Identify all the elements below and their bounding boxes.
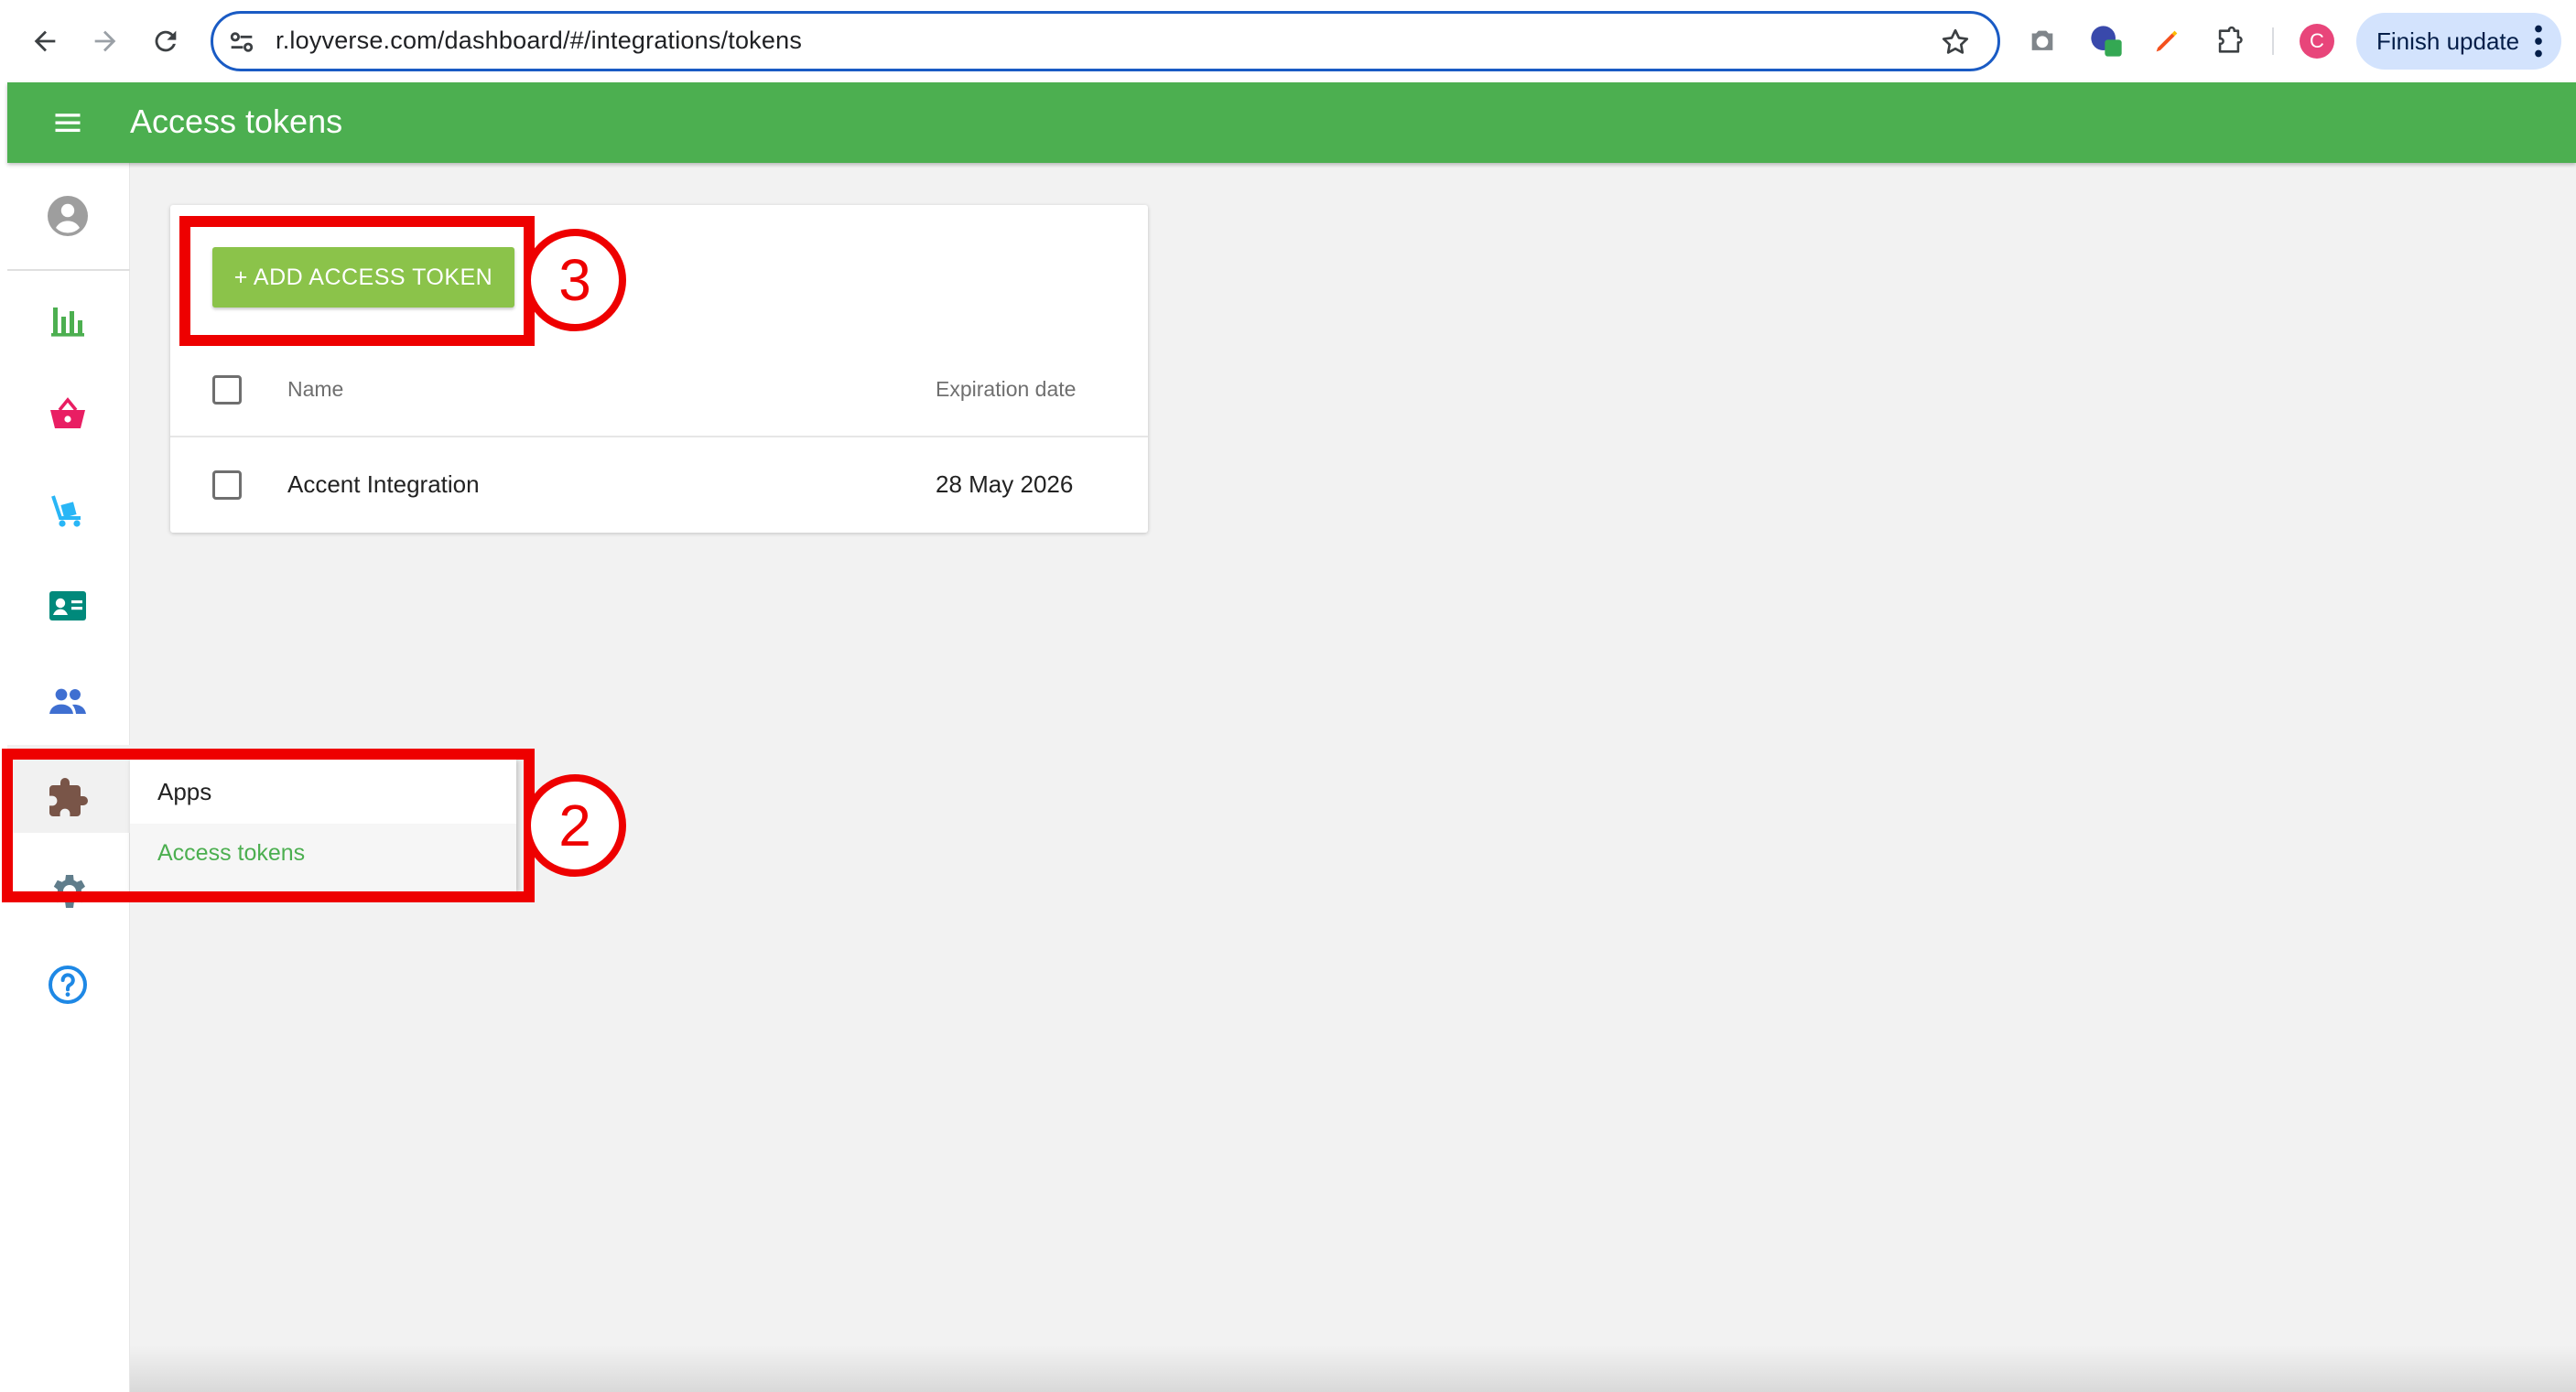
url-text: r.loyverse.com/dashboard/#/integrations/… (276, 27, 803, 54)
reload-icon (155, 30, 177, 52)
browser-toolbar: r.loyverse.com/dashboard/#/integrations/… (0, 0, 2576, 82)
sidebar-item-items[interactable] (40, 388, 95, 443)
puzzle-outline-icon (2218, 26, 2243, 53)
account-icon (48, 196, 88, 236)
site-settings-icon[interactable] (226, 27, 257, 58)
more-vert-icon (2535, 25, 2542, 58)
app-header: Access tokens (7, 82, 2576, 163)
annotation-step-three-badge: 3 (524, 229, 626, 331)
sidebar-divider (7, 269, 130, 271)
arrow-left-icon (34, 30, 56, 52)
finish-update-button[interactable]: Finish update (2356, 13, 2561, 70)
customer-card-icon (49, 591, 86, 620)
help-circle-icon (49, 966, 87, 1004)
column-header-name: Name (287, 377, 344, 401)
row-checkbox[interactable] (212, 470, 242, 500)
forward-button[interactable] (82, 18, 128, 64)
hamburger-menu-icon[interactable] (51, 106, 84, 139)
sidebar-item-customers[interactable] (40, 578, 95, 633)
token-name-cell[interactable]: Accent Integration (287, 470, 480, 499)
sidebar-item-reports[interactable] (40, 293, 95, 348)
token-expiration-cell: 28 May 2026 (936, 470, 1074, 498)
pencil-icon (2156, 30, 2178, 52)
screenshot-extension-button[interactable] (2023, 22, 2062, 60)
sidebar-item-help[interactable] (40, 957, 95, 1012)
back-button[interactable] (22, 18, 68, 64)
sidebar-item-inventory[interactable] (40, 483, 95, 538)
annotation-step-two-badge: 2 (524, 774, 626, 877)
bookmark-star-icon[interactable] (1939, 26, 1972, 59)
reports-bar-chart-icon (51, 308, 84, 337)
employees-group-icon (49, 688, 86, 714)
arrow-right-icon (94, 30, 116, 52)
select-all-checkbox[interactable] (212, 375, 242, 405)
camera-icon (2031, 30, 2053, 50)
toolbar-separator (2272, 27, 2274, 55)
extension-badge-icon (2091, 26, 2122, 57)
profile-avatar[interactable]: C (2300, 24, 2334, 59)
address-bar[interactable]: r.loyverse.com/dashboard/#/integrations/… (211, 11, 2000, 71)
bottom-shadow (130, 1345, 2576, 1392)
sidebar-item-account[interactable] (40, 189, 95, 243)
extension-button-1[interactable] (2087, 22, 2126, 60)
reload-button[interactable] (143, 18, 189, 64)
annotation-box-step-two (2, 749, 535, 902)
shopping-basket-icon (50, 397, 85, 428)
extension-button-2[interactable] (2148, 22, 2186, 60)
column-header-expiration: Expiration date (936, 377, 1077, 401)
sidebar-item-employees[interactable] (40, 674, 95, 728)
inventory-cart-icon (51, 495, 81, 527)
page-title: Access tokens (130, 103, 343, 140)
extensions-button[interactable] (2210, 22, 2248, 60)
table-divider (170, 436, 1148, 437)
annotation-box-step-three (179, 216, 535, 346)
finish-update-label: Finish update (2376, 27, 2520, 55)
